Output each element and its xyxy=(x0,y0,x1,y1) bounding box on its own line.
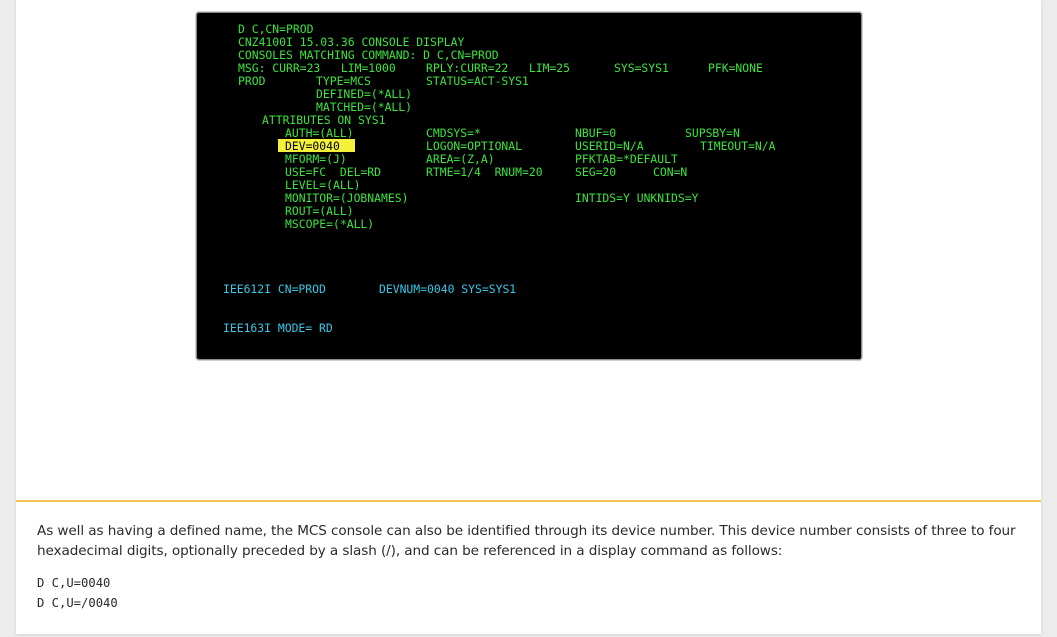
console-sys: SYS=SYS1 xyxy=(614,61,669,75)
iee612i-message: IEE612I CN=PROD xyxy=(223,282,326,296)
code-example-1: D C,U=0040 xyxy=(37,576,111,590)
explanation-paragraph: As well as having a defined name, the MC… xyxy=(37,523,1016,559)
attr-rtme: RTME=1/4 RNUM=20 xyxy=(426,165,543,179)
code-example-2: D C,U=/0040 xyxy=(37,596,118,610)
attr-mscope: MSCOPE=(*ALL) xyxy=(285,217,375,231)
section-divider xyxy=(16,500,1041,502)
iee163i-message: IEE163I MODE= RD xyxy=(223,321,333,335)
console-pfk: PFK=NONE xyxy=(708,61,763,75)
attr-intids: INTIDS=Y UNKNIDS=Y xyxy=(575,191,699,205)
console-prod: PROD xyxy=(238,74,266,88)
iee612i-devnum: DEVNUM=0040 SYS=SYS1 xyxy=(379,282,517,296)
attr-seg: SEG=20 xyxy=(575,165,617,179)
console-status: STATUS=ACT-SYS1 xyxy=(426,74,529,88)
attr-con: CON=N xyxy=(653,165,688,179)
attr-timeout: TIMEOUT=N/A xyxy=(700,139,776,153)
